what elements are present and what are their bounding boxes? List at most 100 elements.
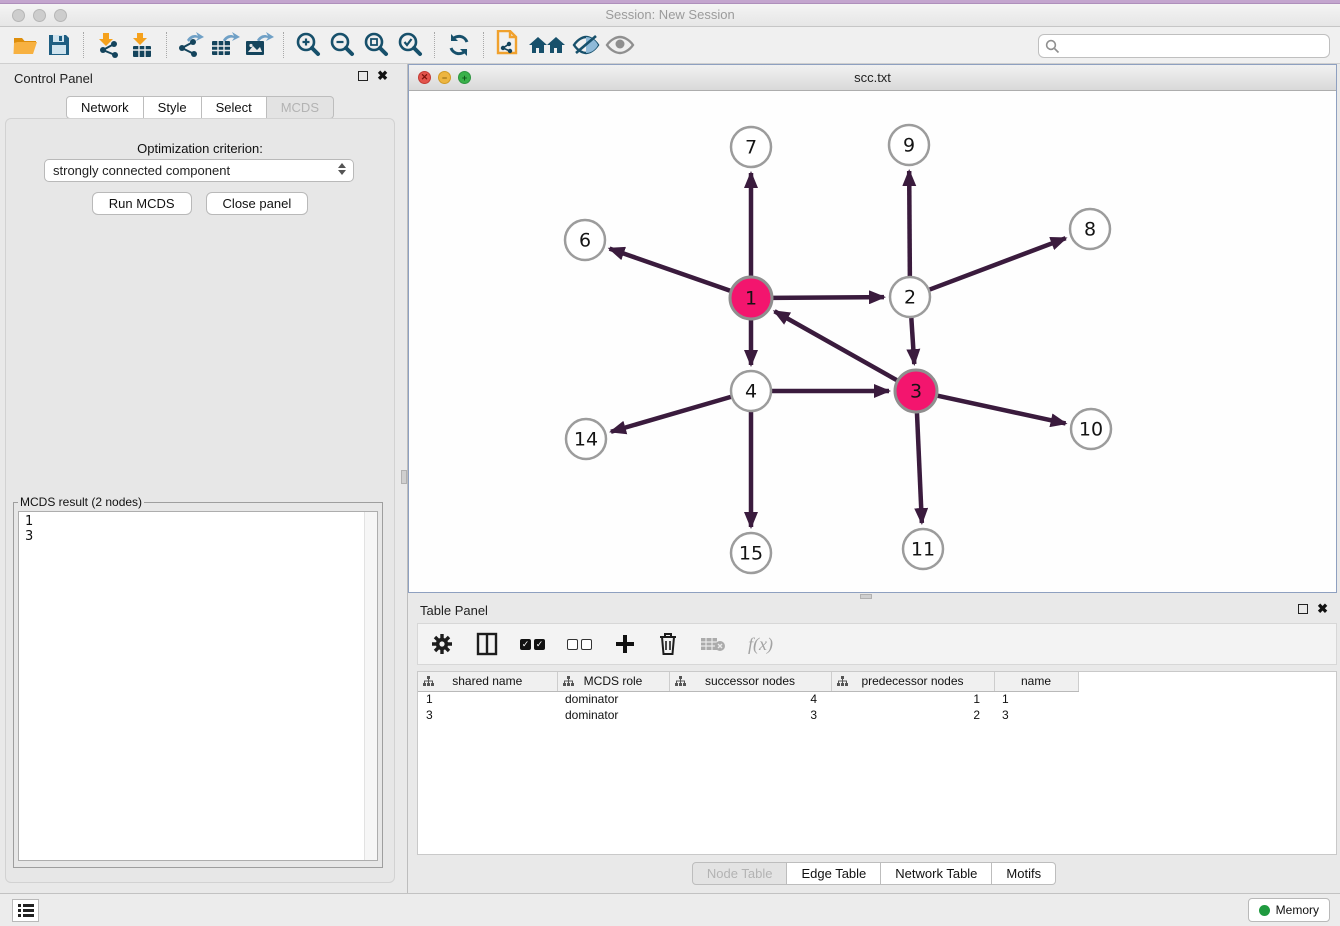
network-window-titlebar[interactable]: ✕ − + scc.txt: [409, 65, 1336, 91]
table-cell[interactable]: 2: [831, 707, 994, 723]
mcds-result-title: MCDS result (2 nodes): [18, 495, 144, 509]
table-cell[interactable]: 3: [994, 707, 1078, 723]
table-cell[interactable]: 1: [418, 691, 557, 707]
function-builder-button[interactable]: f(x): [748, 631, 773, 657]
table-cell[interactable]: 3: [418, 707, 557, 723]
create-column-button[interactable]: [614, 631, 636, 657]
import-network-button[interactable]: [91, 30, 125, 60]
delete-column-button[interactable]: [658, 631, 678, 657]
graph-edge-2-8[interactable]: [930, 238, 1066, 289]
table-cell[interactable]: 4: [669, 691, 831, 707]
column-header-mcds-role[interactable]: MCDS role: [557, 672, 669, 691]
graph-edge-1-6[interactable]: [610, 249, 731, 291]
network-canvas[interactable]: 7968124314101511: [409, 91, 1336, 592]
table-tabs: Node Table Edge Table Network Table Moti…: [408, 862, 1340, 885]
search-icon: [1045, 39, 1060, 54]
tree-icon: [837, 676, 848, 690]
graph-edge-2-3[interactable]: [911, 318, 914, 364]
mcds-result-text: 1 3: [19, 512, 377, 546]
zoom-in-button[interactable]: [291, 30, 325, 60]
table-row[interactable]: 3dominator323: [418, 707, 1336, 723]
column-header-name[interactable]: name: [994, 672, 1078, 691]
table-cell[interactable]: 3: [669, 707, 831, 723]
splitter-grip[interactable]: [860, 594, 872, 599]
tab-mcds[interactable]: MCDS: [267, 96, 334, 119]
task-history-button[interactable]: [12, 899, 39, 922]
search-box[interactable]: [1038, 34, 1330, 58]
table-row[interactable]: 1dominator411: [418, 691, 1336, 707]
splitter-grip[interactable]: [401, 470, 407, 484]
mcds-result-area[interactable]: 1 3: [18, 511, 378, 861]
tab-network[interactable]: Network: [66, 96, 144, 119]
import-table-button[interactable]: [125, 30, 159, 60]
graph-edge-4-14[interactable]: [611, 397, 731, 432]
unchecked-box-icon: [581, 639, 592, 650]
table-cell[interactable]: dominator: [557, 707, 669, 723]
tab-motifs[interactable]: Motifs: [992, 862, 1056, 885]
window-title: Session: New Session: [0, 7, 1340, 22]
memory-label: Memory: [1276, 903, 1319, 917]
close-panel-icon[interactable]: ✖: [1317, 604, 1328, 614]
zoom-out-icon: [328, 31, 356, 59]
main-toolbar: [0, 27, 1340, 64]
show-details-button[interactable]: [603, 30, 637, 60]
network-window-title: scc.txt: [409, 70, 1336, 85]
zoom-selected-button[interactable]: [393, 30, 427, 60]
tab-edge-table[interactable]: Edge Table: [787, 862, 881, 885]
zoom-fit-button[interactable]: [359, 30, 393, 60]
tab-style[interactable]: Style: [144, 96, 202, 119]
export-image-icon: [244, 32, 274, 58]
eye-icon: [605, 34, 635, 56]
table-cell-filler: [1078, 691, 1336, 707]
network-file-button[interactable]: [491, 30, 525, 60]
optimization-criterion-dropdown[interactable]: strongly connected component: [44, 159, 354, 182]
titlebar[interactable]: Session: New Session: [0, 4, 1340, 27]
close-panel-button[interactable]: Close panel: [206, 192, 309, 215]
toolbar-separator: [166, 32, 167, 58]
unselect-all-columns-button[interactable]: [567, 631, 592, 657]
graph-edge-3-11[interactable]: [917, 413, 922, 523]
graph-node-label: 10: [1079, 419, 1103, 441]
table-cell[interactable]: 1: [831, 691, 994, 707]
column-header-shared-name[interactable]: shared name: [418, 672, 557, 691]
list-icon: [18, 904, 34, 917]
graph-node-label: 11: [911, 539, 935, 561]
vertical-splitter[interactable]: [400, 64, 408, 893]
export-table-button[interactable]: [208, 30, 242, 60]
delete-table-button[interactable]: [700, 631, 726, 657]
refresh-view-button[interactable]: [442, 30, 476, 60]
zoom-out-button[interactable]: [325, 30, 359, 60]
zoom-selected-icon: [396, 31, 424, 59]
float-panel-icon[interactable]: [1298, 604, 1308, 614]
tab-select[interactable]: Select: [202, 96, 267, 119]
status-bar: Memory: [0, 893, 1340, 926]
open-session-button[interactable]: [8, 30, 42, 60]
table-cell[interactable]: 1: [994, 691, 1078, 707]
horizontal-splitter[interactable]: [408, 593, 1340, 601]
float-panel-icon[interactable]: [358, 71, 368, 81]
close-panel-icon[interactable]: ✖: [377, 71, 388, 81]
select-all-columns-button[interactable]: ✓ ✓: [520, 631, 545, 657]
show-column-selector-button[interactable]: [476, 631, 498, 657]
run-mcds-button[interactable]: Run MCDS: [92, 192, 192, 215]
graph-edge-1-2[interactable]: [773, 297, 884, 298]
open-folder-icon: [12, 33, 38, 57]
search-input[interactable]: [1064, 39, 1323, 53]
graph-edge-3-1[interactable]: [775, 311, 897, 380]
tab-network-table[interactable]: Network Table: [881, 862, 992, 885]
table-settings-button[interactable]: [430, 631, 454, 657]
network-view-window: ✕ − + scc.txt 7968124314101511: [408, 64, 1337, 593]
memory-button[interactable]: Memory: [1248, 898, 1330, 922]
column-header-successor-nodes[interactable]: successor nodes: [669, 672, 831, 691]
table-cell[interactable]: dominator: [557, 691, 669, 707]
save-session-button[interactable]: [42, 30, 76, 60]
graph-edge-2-9[interactable]: [909, 171, 910, 276]
scrollbar-track[interactable]: [364, 512, 377, 860]
column-header-predecessor-nodes[interactable]: predecessor nodes: [831, 672, 994, 691]
hide-details-button[interactable]: [569, 30, 603, 60]
export-image-button[interactable]: [242, 30, 276, 60]
export-network-button[interactable]: [174, 30, 208, 60]
tab-node-table[interactable]: Node Table: [692, 862, 788, 885]
home-button[interactable]: [525, 30, 569, 60]
graph-edge-3-10[interactable]: [937, 396, 1065, 424]
